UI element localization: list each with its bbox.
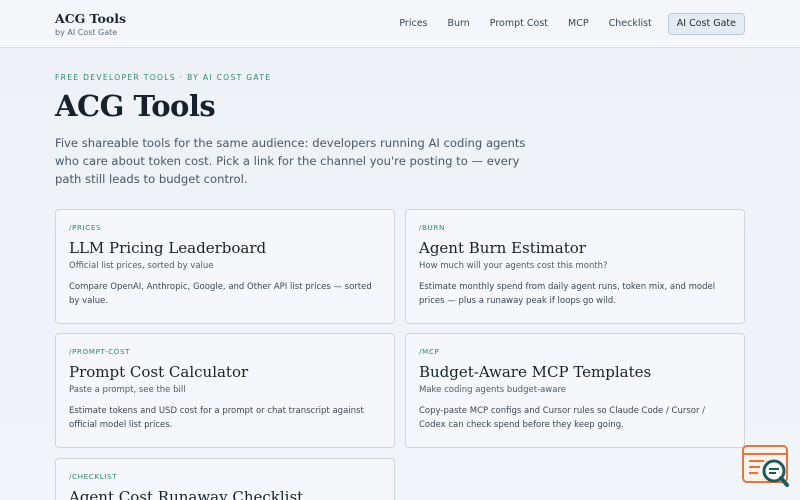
card-path: /MCP — [419, 347, 440, 356]
main-nav: Prices Burn Prompt Cost MCP Checklist AI… — [379, 13, 745, 35]
card-path: /BURN — [419, 223, 445, 232]
nav-link-burn[interactable]: Burn — [447, 14, 469, 34]
page-title: ACG Tools — [55, 89, 216, 123]
card-subtitle: Official list prices, sorted by value — [69, 261, 214, 271]
card-description: Estimate monthly spend from daily agent … — [419, 282, 716, 306]
chat-search-widget[interactable] — [742, 444, 790, 490]
card-title[interactable]: LLM Pricing Leaderboard — [69, 238, 381, 258]
ai-cost-gate-button[interactable]: AI Cost Gate — [667, 13, 745, 35]
nav-link-checklist[interactable]: Checklist — [609, 14, 652, 34]
card-path: /PROMPT-COST — [69, 347, 131, 356]
brand-title[interactable]: ACG Tools — [55, 11, 126, 26]
card-title[interactable]: Prompt Cost Calculator — [69, 362, 381, 382]
card-path: /PRICES — [69, 223, 102, 232]
card-title[interactable]: Agent Cost Runaway Checklist — [69, 487, 381, 500]
card-description: Estimate tokens and USD cost for a promp… — [69, 406, 364, 430]
tool-card-mcp[interactable]: /MCP Budget-Aware MCP Templates Make cod… — [405, 333, 745, 448]
card-subtitle: How much will your agents cost this mont… — [419, 261, 608, 271]
card-subtitle: Paste a prompt, see the bill — [69, 385, 186, 395]
tool-card-burn[interactable]: /BURN Agent Burn Estimator How much will… — [405, 209, 745, 324]
card-subtitle: Make coding agents budget-aware — [419, 385, 567, 395]
tool-card-prompt-cost[interactable]: /PROMPT-COST Prompt Cost Calculator Past… — [55, 333, 395, 448]
chat-search-icon — [742, 445, 789, 487]
card-description: Copy-paste MCP configs and Cursor rules … — [419, 406, 706, 430]
brand-subtitle: by AI Cost Gate — [55, 28, 118, 37]
nav-link-prompt-cost[interactable]: Prompt Cost — [490, 14, 548, 34]
card-title[interactable]: Budget-Aware MCP Templates — [419, 362, 731, 382]
card-description: Compare OpenAI, Anthropic, Google, and O… — [69, 282, 372, 306]
hero-eyebrow: FREE DEVELOPER TOOLS · BY AI COST GATE — [55, 73, 272, 82]
tool-card-prices[interactable]: /PRICES LLM Pricing Leaderboard Official… — [55, 209, 395, 324]
hero-description: Five shareable tools for the same audien… — [55, 136, 526, 186]
brand[interactable]: ACG Tools by AI Cost Gate — [55, 11, 126, 37]
nav-link-mcp[interactable]: MCP — [568, 14, 589, 34]
nav-link-prices[interactable]: Prices — [399, 14, 427, 34]
top-navigation-bar: ACG Tools by AI Cost Gate Prices Burn Pr… — [0, 0, 800, 48]
tool-card-checklist[interactable]: /CHECKLIST Agent Cost Runaway Checklist — [55, 458, 395, 500]
card-title[interactable]: Agent Burn Estimator — [419, 238, 731, 258]
card-path: /CHECKLIST — [69, 472, 118, 481]
